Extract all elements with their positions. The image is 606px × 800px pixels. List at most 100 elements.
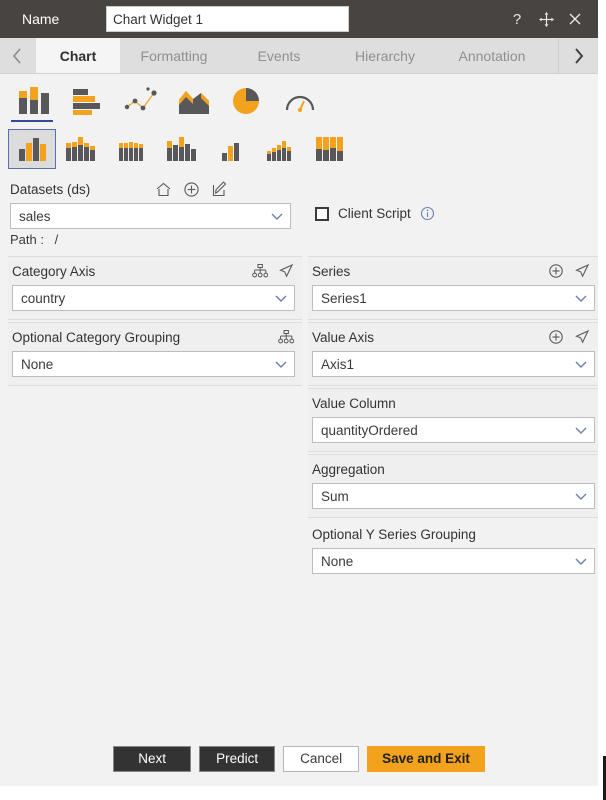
cancel-button[interactable]: Cancel (283, 745, 360, 772)
y-series-grouping-value: None (321, 553, 354, 569)
predict-button[interactable]: Predict (199, 745, 276, 772)
chart-type-row-primary (0, 74, 598, 122)
cursor-arrow-icon[interactable] (574, 263, 590, 279)
datasets-select[interactable]: sales (10, 203, 291, 229)
home-icon[interactable] (155, 181, 172, 198)
name-label: Name (22, 11, 60, 27)
value-axis-actions (548, 329, 590, 345)
tab-formatting[interactable]: Formatting (120, 38, 228, 73)
column-chart-icon[interactable] (8, 82, 61, 122)
value-axis-label: Value Axis (312, 329, 375, 345)
tab-chart[interactable]: Chart (36, 38, 120, 73)
close-x-icon[interactable] (566, 10, 584, 28)
value-axis-body: Axis1 (308, 347, 598, 377)
category-grouping-label: Optional Category Grouping (12, 329, 181, 345)
series-actions (548, 263, 590, 279)
y-series-grouping-header: Optional Y Series Grouping (308, 524, 598, 544)
value-column-value: quantityOrdered (321, 422, 418, 438)
series-group: Series Series1 (308, 256, 598, 320)
y-series-grouping-body: None (308, 544, 598, 574)
tab-events[interactable]: Events (228, 38, 330, 73)
column-grouped-icon[interactable] (8, 129, 56, 169)
category-axis-group: Category Axis country (8, 256, 302, 320)
chevron-down-icon (574, 554, 588, 568)
aggregation-header: Aggregation (308, 459, 598, 479)
info-circle-icon[interactable] (420, 206, 435, 221)
value-column-body: quantityOrdered (308, 413, 598, 443)
aggregation-select[interactable]: Sum (312, 483, 595, 509)
pie-chart-icon[interactable] (220, 82, 273, 120)
chart-widget-dialog: Name ? (0, 0, 598, 786)
aggregation-group: Aggregation Sum (308, 454, 598, 518)
client-script-label: Client Script (338, 206, 411, 221)
move-cross-icon[interactable] (537, 10, 555, 28)
bar-chart-icon[interactable] (61, 82, 114, 120)
client-script-row: Client Script (301, 203, 435, 221)
plus-circle-icon[interactable] (548, 263, 564, 279)
question-mark-icon[interactable]: ? (508, 10, 526, 28)
aggregation-body: Sum (308, 479, 598, 509)
client-script-checkbox[interactable] (315, 206, 329, 221)
chevron-down-icon (574, 357, 588, 371)
category-axis-select[interactable]: country (12, 285, 295, 311)
category-axis-body: country (8, 281, 302, 311)
datasets-header: Datasets (ds) (0, 179, 598, 199)
plus-circle-icon[interactable] (548, 329, 564, 345)
tab-list: Chart Formatting Events Hierarchy Annota… (36, 38, 558, 73)
value-column-select[interactable]: quantityOrdered (312, 417, 595, 443)
tabs-scroll-right-icon[interactable] (558, 38, 598, 73)
cursor-arrow-icon[interactable] (278, 263, 294, 279)
axis-config-columns: Category Axis country Optional Category … (0, 247, 598, 584)
aggregation-value: Sum (321, 488, 349, 504)
datasets-label: Datasets (ds) (10, 181, 91, 197)
series-select[interactable]: Series1 (312, 285, 595, 311)
dataset-path: Path : / (0, 229, 598, 247)
column-full-stacked-icon[interactable] (306, 129, 356, 169)
y-series-grouping-select[interactable]: None (312, 548, 595, 574)
cursor-arrow-icon[interactable] (574, 329, 590, 345)
value-axis-value: Axis1 (321, 356, 355, 372)
category-axis-value: country (21, 290, 66, 306)
tab-hierarchy[interactable]: Hierarchy (330, 38, 440, 73)
save-and-exit-button[interactable]: Save and Exit (367, 745, 485, 772)
column-small-icon[interactable] (206, 129, 256, 169)
value-column-group: Value Column quantityOrdered (308, 388, 598, 452)
category-grouping-select[interactable]: None (12, 351, 295, 377)
tabs-scroll-left-icon[interactable] (0, 38, 36, 73)
plus-circle-icon[interactable] (183, 181, 200, 198)
category-grouping-value: None (21, 356, 54, 372)
category-grouping-body: None (8, 347, 302, 377)
category-axis-actions (252, 263, 294, 279)
chevron-down-icon (274, 291, 288, 305)
y-series-grouping-label: Optional Y Series Grouping (312, 526, 476, 542)
path-value: / (54, 232, 59, 247)
dialog-titlebar: Name ? (0, 0, 598, 38)
column-thin-multi-icon[interactable] (106, 129, 156, 169)
gauge-chart-icon[interactable] (273, 82, 326, 120)
hierarchy-icon[interactable] (278, 329, 294, 345)
left-config-column: Category Axis country Optional Category … (0, 256, 302, 388)
category-grouping-header: Optional Category Grouping (8, 327, 302, 347)
widget-name-input[interactable] (106, 6, 349, 32)
series-header: Series (308, 261, 598, 281)
line-scatter-chart-icon[interactable] (114, 82, 167, 120)
chart-type-row-variants (0, 120, 598, 169)
area-chart-icon[interactable] (167, 82, 220, 120)
aggregation-label: Aggregation (312, 461, 385, 477)
column-mixed-icon[interactable] (156, 129, 206, 169)
chevron-down-icon (270, 209, 284, 223)
value-axis-select[interactable]: Axis1 (312, 351, 595, 377)
datasets-select-value: sales (19, 208, 51, 224)
svg-text:?: ? (513, 11, 521, 27)
datasets-block: Datasets (ds) sales Client Script Path:… (0, 169, 598, 247)
hierarchy-icon[interactable] (252, 263, 268, 279)
category-grouping-actions (278, 329, 294, 345)
value-column-header: Value Column (308, 393, 598, 413)
edit-pencil-icon[interactable] (211, 180, 228, 198)
category-grouping-group: Optional Category Grouping None (8, 322, 302, 386)
tab-annotation[interactable]: Annotation (440, 38, 544, 73)
next-button[interactable]: Next (113, 745, 192, 772)
column-ascending-icon[interactable] (256, 129, 306, 169)
chart-tab-content: Datasets (ds) sales Client Script Path:… (0, 74, 598, 730)
column-stacked-group-icon[interactable] (56, 129, 106, 169)
